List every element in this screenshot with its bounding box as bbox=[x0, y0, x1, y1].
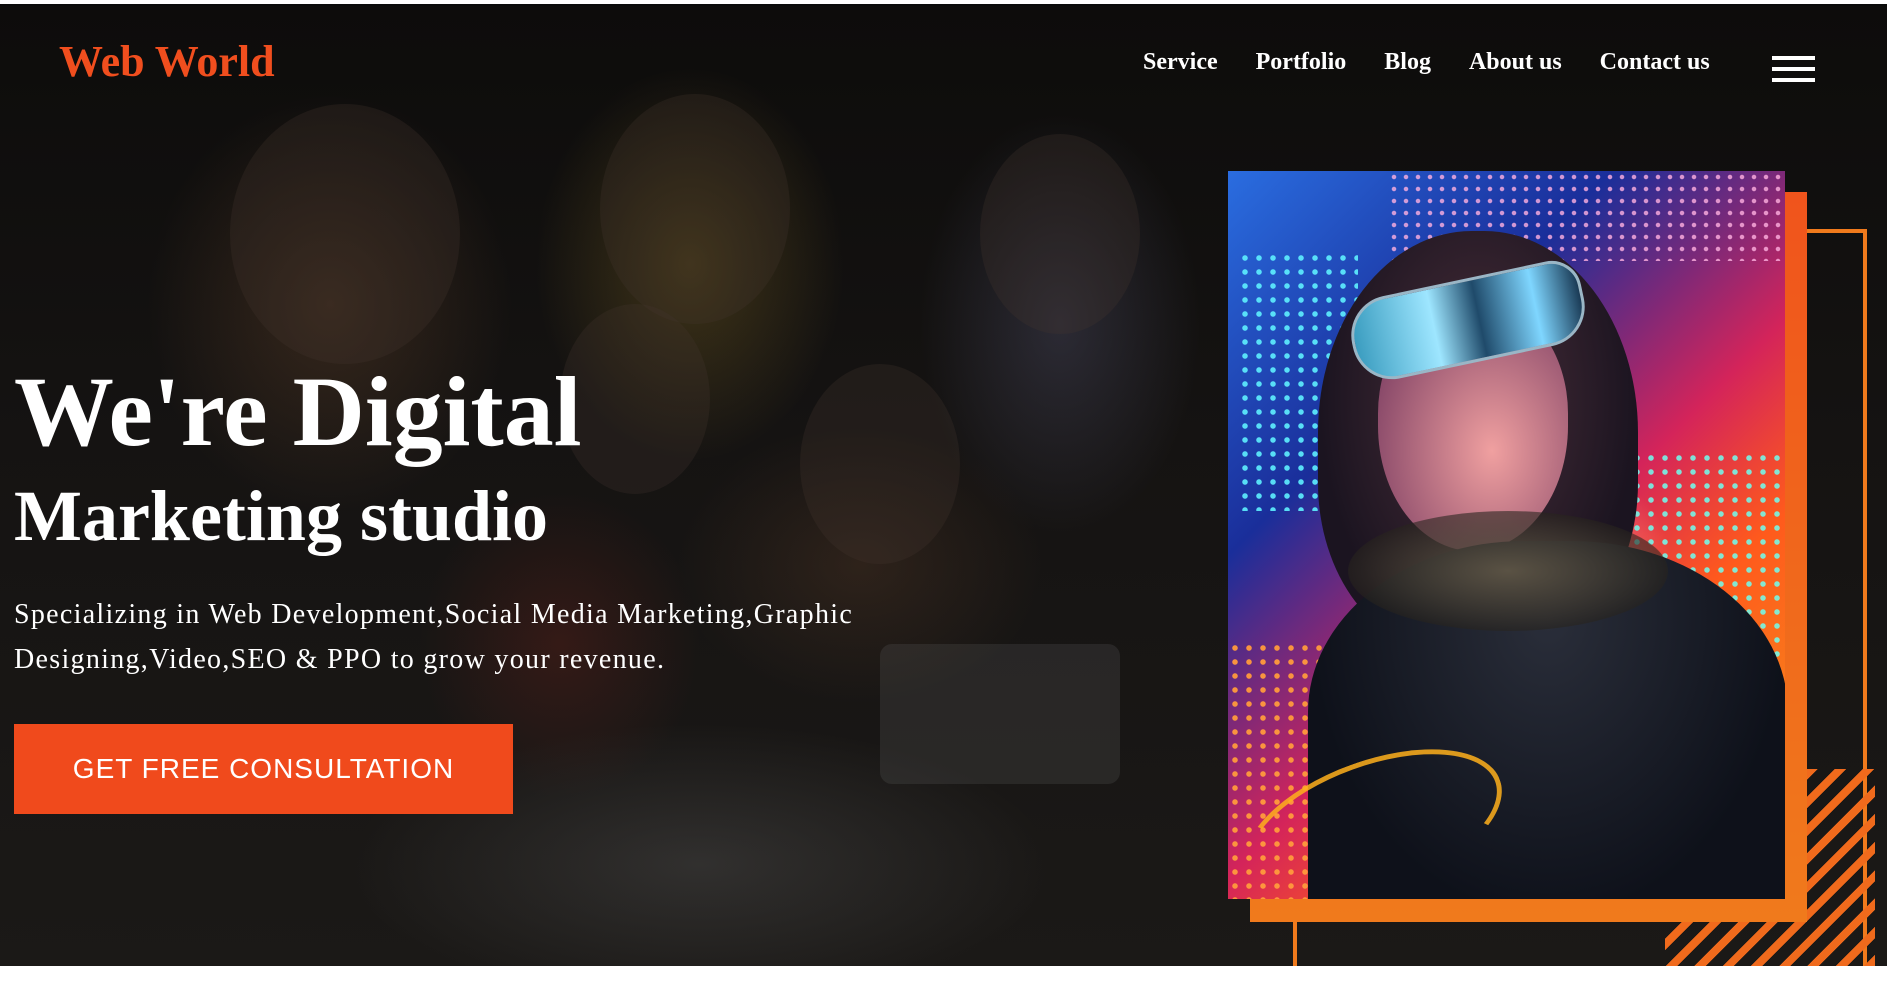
main-nav: Service Portfolio Blog About us Contact … bbox=[1143, 50, 1748, 74]
nav-link-service[interactable]: Service bbox=[1143, 50, 1218, 74]
hero-subtitle: Marketing studio bbox=[14, 476, 549, 556]
person-silhouette bbox=[980, 134, 1140, 334]
brand-logo[interactable]: Web World bbox=[59, 40, 275, 84]
person-silhouette bbox=[800, 364, 960, 564]
person-silhouette bbox=[600, 94, 790, 324]
nav-link-contact[interactable]: Contact us bbox=[1600, 50, 1710, 74]
hero-description: Specializing in Web Development,Social M… bbox=[14, 599, 854, 675]
nav-link-blog[interactable]: Blog bbox=[1384, 50, 1431, 74]
person-silhouette bbox=[230, 104, 460, 364]
hero-neon-portrait-image bbox=[1228, 171, 1785, 899]
top-border bbox=[0, 4, 1887, 6]
hero-section: Web World Service Portfolio Blog About u… bbox=[0, 4, 1887, 966]
nav-link-about[interactable]: About us bbox=[1469, 50, 1562, 74]
person-silhouette bbox=[560, 304, 710, 494]
hero-title: We're Digital bbox=[14, 356, 582, 467]
nav-link-portfolio[interactable]: Portfolio bbox=[1256, 50, 1347, 74]
free-consultation-button[interactable]: GET FREE CONSULTATION bbox=[14, 724, 513, 814]
hamburger-icon[interactable] bbox=[1772, 56, 1815, 82]
